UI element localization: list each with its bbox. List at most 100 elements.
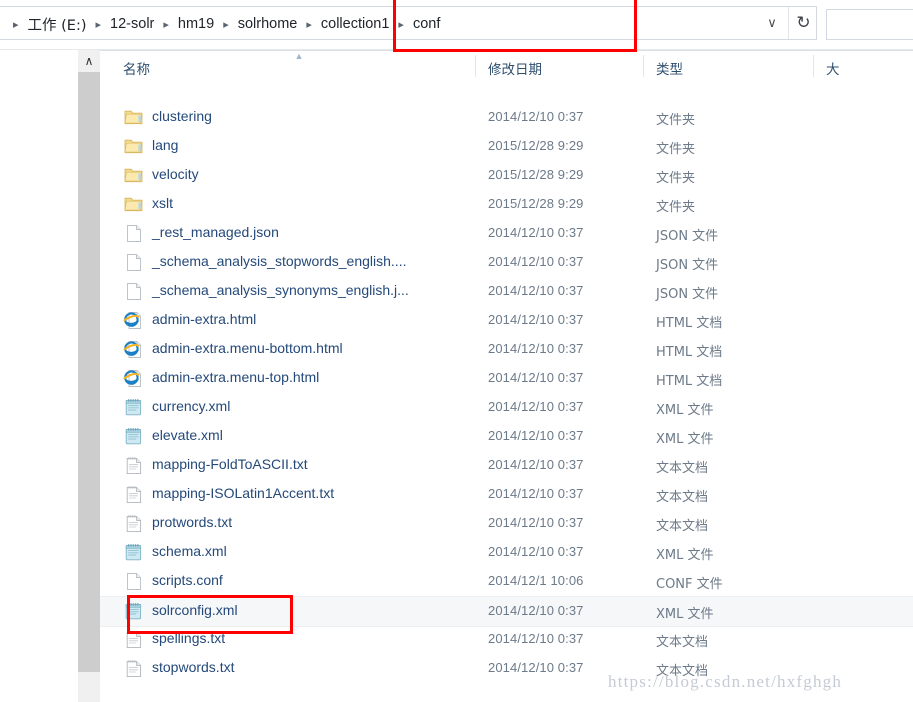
file-type: CONF 文件 — [656, 577, 723, 592]
column-header-type[interactable]: 类型 — [656, 58, 683, 78]
table-row[interactable]: velocity 2015/12/28 9:29 文件夹 — [100, 161, 913, 190]
file-name[interactable]: mapping-FoldToASCII.txt — [152, 456, 308, 472]
table-row[interactable]: solrconfig.xml 2014/12/10 0:37 XML 文件 — [100, 596, 913, 627]
file-name[interactable]: velocity — [152, 166, 199, 182]
file-name[interactable]: protwords.txt — [152, 514, 232, 530]
file-type: 文本文档 — [656, 635, 709, 650]
file-modified-date: 2014/12/10 0:37 — [488, 544, 584, 559]
file-name[interactable]: _rest_managed.json — [152, 224, 279, 240]
file-name[interactable]: elevate.xml — [152, 427, 223, 443]
column-header-date[interactable]: 修改日期 — [488, 58, 542, 78]
file-type: 文本文档 — [656, 490, 709, 505]
file-name[interactable]: solrconfig.xml — [152, 602, 238, 618]
file-modified-date: 2014/12/10 0:37 — [488, 254, 584, 269]
column-header-size[interactable]: 大 — [826, 58, 840, 78]
table-row[interactable]: xslt 2015/12/28 9:29 文件夹 — [100, 190, 913, 219]
file-name[interactable]: stopwords.txt — [152, 659, 234, 675]
column-header-name[interactable]: 名称 — [123, 58, 150, 78]
text-file-icon — [123, 455, 145, 476]
breadcrumb-item[interactable]: 工作 (E:) — [26, 14, 89, 35]
xml-file-icon — [123, 542, 145, 563]
table-row[interactable]: _rest_managed.json 2014/12/10 0:37 JSON 文件 — [100, 219, 913, 248]
breadcrumb-item[interactable]: solrhome — [236, 16, 300, 32]
address-dropdown-button[interactable]: ∨ — [757, 9, 787, 37]
file-modified-date: 2014/12/10 0:37 — [488, 399, 584, 414]
vertical-scrollbar[interactable]: ∧ — [78, 50, 100, 702]
refresh-icon: ↻ — [796, 13, 811, 32]
breadcrumb-separator: ▸ — [13, 18, 19, 31]
column-divider[interactable] — [475, 55, 476, 77]
file-name[interactable]: spellings.txt — [152, 630, 225, 646]
file-name[interactable]: xslt — [152, 195, 173, 211]
text-file-icon — [123, 658, 145, 679]
table-row[interactable]: admin-extra.menu-top.html 2014/12/10 0:37… — [100, 364, 913, 393]
folder-icon — [123, 107, 145, 128]
scrollbar-thumb[interactable] — [78, 72, 100, 672]
file-name[interactable]: _schema_analysis_synonyms_english.j... — [152, 282, 409, 298]
file-name[interactable]: schema.xml — [152, 543, 227, 559]
navigation-pane-footer — [0, 660, 78, 702]
file-name[interactable]: admin-extra.menu-top.html — [152, 369, 319, 385]
breadcrumb-separator[interactable]: ▸ — [299, 19, 319, 31]
table-row[interactable]: scripts.conf 2014/12/1 10:06 CONF 文件 — [100, 567, 913, 596]
file-name[interactable]: _schema_analysis_stopwords_english.... — [152, 253, 406, 269]
sort-ascending-icon: ▲ — [294, 51, 304, 61]
column-divider[interactable] — [643, 55, 644, 77]
breadcrumb-item[interactable]: conf — [411, 16, 442, 32]
file-modified-date: 2014/12/10 0:37 — [488, 283, 584, 298]
breadcrumb-separator[interactable]: ▸ — [156, 19, 176, 31]
breadcrumb-separator[interactable]: ▸ — [391, 19, 411, 31]
column-divider[interactable] — [813, 55, 814, 77]
breadcrumb-item[interactable]: hm19 — [176, 16, 216, 32]
scroll-up-icon[interactable]: ∧ — [78, 50, 100, 71]
table-row[interactable]: schema.xml 2014/12/10 0:37 XML 文件 — [100, 538, 913, 567]
file-name[interactable]: admin-extra.html — [152, 311, 256, 327]
file-name[interactable]: clustering — [152, 108, 212, 124]
table-row[interactable]: lang 2015/12/28 9:29 文件夹 — [100, 132, 913, 161]
table-row[interactable]: elevate.xml 2014/12/10 0:37 XML 文件 — [100, 422, 913, 451]
table-row[interactable]: protwords.txt 2014/12/10 0:37 文本文档 — [100, 509, 913, 538]
file-list-pane: ▲ 名称 修改日期 类型 大 clustering 2014/12/10 0:37… — [100, 50, 913, 702]
file-name[interactable]: currency.xml — [152, 398, 230, 414]
text-file-icon — [123, 484, 145, 505]
search-box[interactable] — [826, 9, 913, 40]
file-type: JSON 文件 — [656, 258, 719, 273]
breadcrumb-item[interactable]: collection1 — [319, 16, 392, 32]
breadcrumb-separator[interactable]: ▸ — [216, 19, 236, 31]
file-type: JSON 文件 — [656, 287, 719, 302]
breadcrumb-item[interactable]: 12-solr — [108, 16, 156, 32]
html-file-icon — [123, 339, 145, 360]
table-row[interactable]: admin-extra.menu-bottom.html 2014/12/10 0… — [100, 335, 913, 364]
breadcrumb[interactable]: ▸ 工作 (E:) ▸ 12-solr ▸ hm19 ▸ solrhome ▸ collectio… — [6, 12, 442, 36]
html-file-icon — [123, 368, 145, 389]
file-type: 文件夹 — [656, 171, 696, 186]
text-file-icon — [123, 513, 145, 534]
file-name[interactable]: mapping-ISOLatin1Accent.txt — [152, 485, 334, 501]
file-type: HTML 文档 — [656, 316, 723, 331]
file-modified-date: 2014/12/10 0:37 — [488, 457, 584, 472]
table-row[interactable]: mapping-FoldToASCII.txt 2014/12/10 0:37 文本… — [100, 451, 913, 480]
file-name[interactable]: lang — [152, 137, 178, 153]
explorer-window: ▸ 工作 (E:) ▸ 12-solr ▸ hm19 ▸ solrhome ▸ collectio… — [0, 0, 913, 702]
refresh-button[interactable]: ↻ — [788, 7, 818, 39]
table-row[interactable]: _schema_analysis_synonyms_english.j... 20… — [100, 277, 913, 306]
file-modified-date: 2015/12/28 9:29 — [488, 138, 584, 153]
table-row[interactable]: currency.xml 2014/12/10 0:37 XML 文件 — [100, 393, 913, 422]
table-row[interactable]: _schema_analysis_stopwords_english.... 20… — [100, 248, 913, 277]
file-name[interactable]: admin-extra.menu-bottom.html — [152, 340, 343, 356]
table-row[interactable]: spellings.txt 2014/12/10 0:37 文本文档 — [100, 625, 913, 654]
file-type: XML 文件 — [656, 403, 714, 418]
file-type: 文件夹 — [656, 200, 696, 215]
text-file-icon — [123, 629, 145, 650]
file-name[interactable]: scripts.conf — [152, 572, 223, 588]
address-bar: ▸ 工作 (E:) ▸ 12-solr ▸ hm19 ▸ solrhome ▸ collectio… — [0, 3, 913, 43]
breadcrumb-separator[interactable]: ▸ — [89, 19, 109, 31]
table-row[interactable]: admin-extra.html 2014/12/10 0:37 HTML 文档 — [100, 306, 913, 335]
chevron-down-icon: ∨ — [767, 15, 777, 30]
file-modified-date: 2014/12/1 10:06 — [488, 573, 584, 588]
table-row[interactable]: mapping-ISOLatin1Accent.txt 2014/12/10 0:… — [100, 480, 913, 509]
table-row[interactable]: clustering 2014/12/10 0:37 文件夹 — [100, 103, 913, 132]
xml-file-icon — [123, 397, 145, 418]
file-modified-date: 2014/12/10 0:37 — [488, 428, 584, 443]
blank-file-icon — [123, 252, 145, 273]
